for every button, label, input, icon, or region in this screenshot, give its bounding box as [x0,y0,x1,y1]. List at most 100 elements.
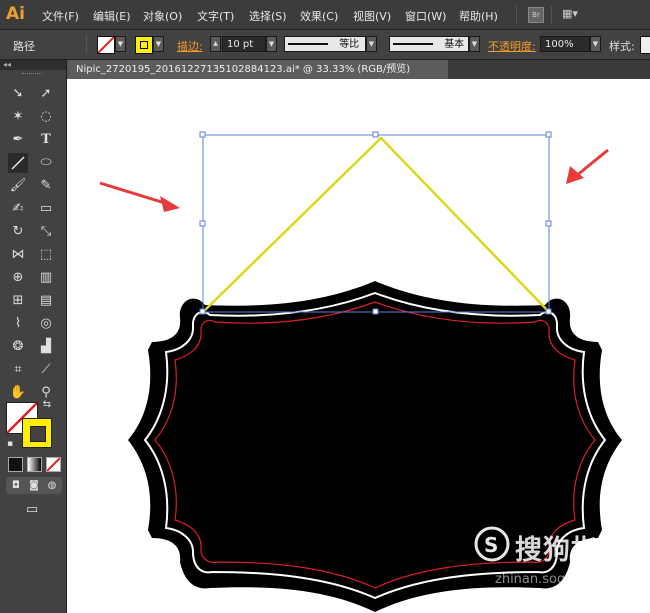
none-mode-icon[interactable] [46,457,61,472]
stroke-dropdown-arrow[interactable]: ▼ [153,36,164,52]
eyedropper-tool-icon[interactable]: ⌇ [8,314,28,334]
panel-grip[interactable] [22,73,42,76]
control-divider [86,34,87,54]
brush-dropdown-arrow[interactable]: ▼ [469,36,480,52]
style-label: 样式: [609,40,635,53]
stroke-color-box[interactable] [22,418,52,448]
eraser-tool-icon[interactable]: ▭ [36,199,56,219]
stroke-color-box-inner [30,426,46,442]
profile-label: 等比 [339,39,360,50]
opacity-label[interactable]: 不透明度: [488,38,536,54]
menu-file[interactable]: 文件(F) [42,8,79,24]
graphic-style-swatch[interactable] [640,36,650,54]
blob-brush-tool-icon[interactable]: ✍ [8,199,28,219]
bounding-handle-bottom-center[interactable] [372,308,379,315]
bounding-handle-middle-left[interactable] [199,220,206,227]
menu-window[interactable]: 窗口(W) [405,8,446,24]
stroke-swatch-inner [140,41,148,49]
type-tool-icon[interactable]: T [36,130,56,150]
shape-builder-tool-icon[interactable]: ⊕ [8,268,28,288]
menu-bar: Ai 文件(F) 编辑(E) 对象(O) 文字(T) 选择(S) 效果(C) 视… [0,0,650,30]
opacity-dropdown-arrow[interactable]: ▼ [590,36,601,52]
mesh-tool-icon[interactable]: ⊞ [8,291,28,311]
draw-behind-icon[interactable]: ◙ [26,477,42,494]
bounding-handle-top-center[interactable] [372,131,379,138]
artboard-tool-icon[interactable]: ⌗ [8,360,28,380]
menu-help[interactable]: 帮助(H) [459,8,498,24]
fill-none-swatch[interactable] [97,36,115,54]
fill-dropdown-arrow[interactable]: ▼ [115,36,126,52]
bridge-button[interactable]: Br [528,7,544,23]
workspace-switcher-icon[interactable]: ▦▾ [562,7,582,21]
stroke-label[interactable]: 描边: [177,38,203,54]
free-transform-tool-icon[interactable]: ⬚ [36,245,56,265]
ellipse-tool-icon[interactable]: ⬭ [36,153,56,173]
perspective-grid-tool-icon[interactable]: ▥ [36,268,56,288]
lasso-tool-icon[interactable]: ◌ [36,107,56,127]
brush-line-icon [393,43,433,45]
bounding-handle-top-right[interactable] [545,131,552,138]
none-slash-icon [98,37,114,53]
gradient-mode-icon[interactable] [27,457,42,472]
menu-divider [551,6,552,24]
annotation-arrow-right-icon [566,148,609,184]
stroke-weight-input[interactable]: 10 pt [222,36,266,52]
direct-selection-tool-icon[interactable]: ➚ [36,84,56,104]
scale-tool-icon[interactable]: ⤡ [36,222,56,242]
document-tab-bar: Nipic_2720195_20161227135102884123.ai* @… [68,60,650,79]
menu-select[interactable]: 选择(S) [249,8,287,24]
watermark-url: zhinan.sogou.com [495,572,614,587]
stroke-color-swatch[interactable] [135,36,153,54]
menu-view[interactable]: 视图(V) [353,8,391,24]
annotation-arrow-left-icon [99,181,180,212]
tools-panel-header[interactable]: ◂◂ [0,60,66,70]
none-slash-icon [47,458,60,471]
line-segment-tool-icon[interactable] [8,153,28,173]
menu-effect[interactable]: 效果(C) [300,8,338,24]
selection-tool-icon[interactable]: ➘ [8,84,28,104]
screen-mode-icon[interactable]: ▭ [22,500,42,520]
svg-text:S: S [484,533,498,557]
tools-panel: ◂◂ ➘ ➚ ✶ ◌ ✒ T ⬭ 🖌 ✎ ✍ ▭ ↻ ⤡ ⋈ ⬚ ⊕ ▥ ⊞ ▤… [0,60,67,613]
app-logo: Ai [6,4,25,24]
selection-type-label: 路径 [13,40,35,53]
symbol-sprayer-tool-icon[interactable]: ❂ [8,337,28,357]
pencil-tool-icon[interactable]: ✎ [36,176,56,196]
menu-type[interactable]: 文字(T) [197,8,234,24]
bounding-handle-middle-right[interactable] [545,220,552,227]
brush-label: 基本 [444,39,465,50]
profile-line-icon [288,43,328,45]
opacity-input[interactable]: 100% [540,36,590,52]
hand-tool-icon[interactable]: ✋ [8,383,28,403]
document-tab[interactable]: Nipic_2720195_20161227135102884123.ai* @… [68,60,448,79]
profile-dropdown-arrow[interactable]: ▼ [366,36,377,52]
control-bar: 路径 ▼ ▼ 描边: ▲ 10 pt ▼ 等比 ▼ 基本 ▼ 不透明度: 100… [0,30,650,60]
stroke-weight-stepper[interactable]: ▲ [210,36,221,52]
bounding-handle-bottom-left[interactable] [199,308,206,315]
swap-fill-stroke-icon[interactable]: ⇆ [40,398,54,412]
variable-width-profile[interactable]: 等比 [284,36,366,52]
paintbrush-tool-icon[interactable]: 🖌 [8,176,28,196]
magic-wand-tool-icon[interactable]: ✶ [8,107,28,127]
color-mode-icon[interactable] [8,457,23,472]
default-fill-stroke-icon[interactable]: ▪ [4,438,16,450]
blend-tool-icon[interactable]: ◎ [36,314,56,334]
stroke-weight-dropdown[interactable]: ▼ [266,36,277,52]
column-graph-tool-icon[interactable]: ▟ [36,337,56,357]
draw-inside-icon[interactable]: ◍ [44,477,60,494]
draw-normal-icon[interactable]: ◘ [8,477,24,494]
line-glyph [11,156,25,170]
draw-mode-group: ◘ ◙ ◍ [6,477,62,494]
bounding-handle-bottom-right[interactable] [545,308,552,315]
bounding-handle-top-left[interactable] [199,131,206,138]
menu-object[interactable]: 对象(O) [143,8,182,24]
gradient-tool-icon[interactable]: ▤ [36,291,56,311]
brush-definition[interactable]: 基本 [389,36,469,52]
width-tool-icon[interactable]: ⋈ [8,245,28,265]
rotate-tool-icon[interactable]: ↻ [8,222,28,242]
slice-tool-icon[interactable]: ⟋ [36,360,56,380]
watermark-text: 搜狗指南 [515,535,627,566]
menu-divider [516,6,517,24]
menu-edit[interactable]: 编辑(E) [93,8,131,24]
pen-tool-icon[interactable]: ✒ [8,130,28,150]
